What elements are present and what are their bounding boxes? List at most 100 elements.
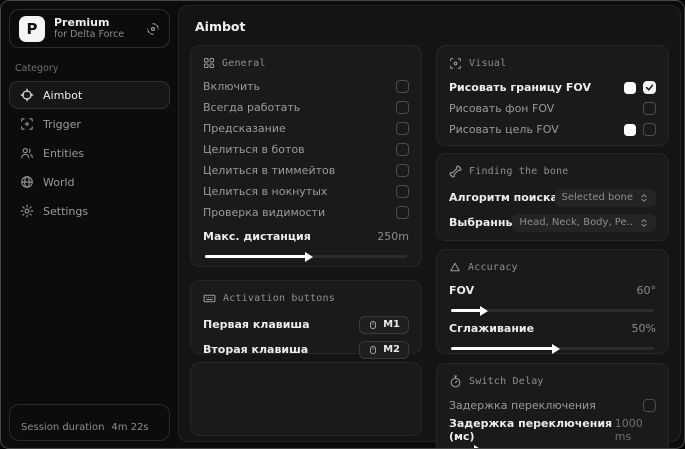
checkbox[interactable] — [643, 123, 656, 136]
setting-label: Включить — [203, 80, 261, 93]
panel-header-label: Switch Delay — [469, 376, 544, 387]
slider-track[interactable] — [205, 251, 407, 262]
setting-row: Целиться в ботов — [203, 139, 409, 160]
bone-icon — [449, 165, 462, 178]
sidebar-item-label: Aimbot — [43, 88, 83, 102]
setting-label: Рисовать границу FOV — [449, 81, 591, 94]
slider-fill[interactable] — [451, 343, 559, 354]
selected-bones-select[interactable]: Head, Neck, Body, Pe.. — [512, 213, 656, 232]
timer-icon — [449, 375, 462, 388]
setting-row: Рисовать цель FOV — [449, 119, 656, 140]
slider-fill[interactable] — [205, 251, 313, 262]
checkbox[interactable] — [396, 143, 409, 156]
brand-logo: P — [19, 15, 45, 42]
sidebar-item-world[interactable]: World — [9, 168, 170, 196]
setting-label: Всегда работать — [203, 101, 301, 114]
brand-subtitle: for Delta Force — [54, 29, 125, 41]
setting-label: Выбранные кос — [449, 216, 512, 229]
keybind-label: Первая клавиша — [203, 318, 310, 331]
color-swatch[interactable] — [624, 123, 636, 136]
panel-header-label: Activation buttons — [223, 293, 335, 304]
switch-delay-slider: Задержка переключения (мс) 1000 ms — [449, 416, 656, 448]
selected-bones-row: Выбранные кос Head, Neck, Body, Pe.. — [449, 210, 656, 235]
sidebar: P Premium for Delta Force Category Aimbo — [1, 1, 178, 448]
setting-row: Целиться в тиммейтов — [203, 160, 409, 181]
grid-icon — [203, 57, 215, 69]
slider-label: Макс. дистанция — [203, 230, 311, 243]
mouse-icon — [368, 345, 378, 355]
panel-header-label: Accuracy — [468, 261, 518, 273]
setting-label: Рисовать цель FOV — [449, 123, 559, 136]
sidebar-item-label: Settings — [43, 204, 89, 218]
checkbox[interactable] — [396, 185, 409, 198]
checkbox[interactable] — [396, 101, 409, 114]
visual-panel: Visual Рисовать границу FOV Рисовать фон… — [436, 45, 669, 146]
session-value: 4m 22s — [111, 422, 149, 433]
setting-label: Целиться в ботов — [203, 143, 305, 156]
smoothing-slider: Сглаживание 50% — [449, 318, 656, 354]
sidebar-item-aimbot[interactable]: Aimbot — [9, 81, 170, 109]
crosshair-icon — [20, 88, 34, 102]
setting-label: Задержка переключения — [449, 399, 596, 412]
setting-row: Всегда работать — [203, 97, 409, 118]
slider-track[interactable] — [451, 305, 654, 316]
bone-panel: Finding the bone Алгоритм поиска кост Se… — [436, 153, 669, 241]
setting-label: Алгоритм поиска кост — [449, 191, 555, 204]
keybind-row: Первая клавиша M1 — [203, 312, 409, 337]
panel-header-label: Finding the bone — [469, 166, 569, 177]
gear-icon — [20, 204, 34, 218]
sidebar-item-entities[interactable]: Entities — [9, 139, 170, 167]
checkbox[interactable] — [396, 122, 409, 135]
app-window: P Premium for Delta Force Category Aimbo — [0, 0, 685, 449]
general-panel: General Включить Всегда работать Предска… — [190, 45, 422, 267]
select-value: Head, Neck, Body, Pe.. — [519, 217, 633, 228]
panel-header-label: General — [222, 57, 266, 69]
activation-panel: Activation buttons Первая клавиша M1 Вто… — [190, 280, 422, 359]
sidebar-item-settings[interactable]: Settings — [9, 197, 170, 225]
eye-icon — [449, 57, 462, 70]
slider-label: Задержка переключения (мс) — [449, 416, 613, 443]
panel-header-label: Visual — [469, 58, 507, 69]
keyboard-icon — [203, 292, 216, 305]
slider-value: 250m — [377, 230, 409, 243]
setting-label: Проверка видимости — [203, 206, 326, 219]
slider-value: 50% — [631, 322, 656, 335]
globe-icon — [20, 175, 34, 189]
switch-delay-panel: Switch Delay Задержка переключения Задер… — [436, 363, 669, 448]
setting-row: Рисовать границу FOV — [449, 77, 656, 98]
bone-algorithm-row: Алгоритм поиска кост Selected bone — [449, 185, 656, 210]
fov-slider: FOV 60° — [449, 280, 656, 316]
checkbox[interactable] — [396, 164, 409, 177]
sidebar-item-trigger[interactable]: Trigger — [9, 110, 170, 138]
users-icon — [20, 146, 34, 160]
slider-track[interactable] — [451, 343, 654, 354]
keybind-button[interactable]: M1 — [359, 315, 409, 334]
checkbox[interactable] — [643, 102, 656, 115]
page-title: Aimbot — [195, 19, 246, 34]
setting-row: Задержка переключения — [449, 395, 656, 416]
setting-label: Рисовать фон FOV — [449, 102, 555, 115]
checkbox[interactable] — [396, 206, 409, 219]
brand-card: P Premium for Delta Force — [9, 9, 170, 48]
empty-panel — [190, 362, 422, 436]
setting-row: Целиться в нокнутых — [203, 181, 409, 202]
keybind-value: M1 — [383, 319, 400, 330]
max-distance-slider: Макс. дистанция 250m — [203, 226, 409, 262]
triangle-icon — [449, 261, 461, 273]
slider-fill[interactable] — [451, 305, 489, 316]
checkbox[interactable] — [643, 81, 656, 94]
session-card: Session duration 4m 22s — [9, 404, 170, 441]
color-swatch[interactable] — [624, 81, 636, 94]
sidebar-item-label: Trigger — [43, 117, 81, 131]
checkbox[interactable] — [396, 80, 409, 93]
sidebar-item-label: Entities — [43, 146, 85, 160]
bone-algorithm-select[interactable]: Selected bone — [554, 188, 656, 207]
slider-value: 1000 ms — [614, 416, 643, 443]
mouse-icon — [368, 320, 378, 330]
chevrons-up-down-icon — [639, 218, 649, 228]
checkbox[interactable] — [643, 399, 656, 412]
setting-row: Предсказание — [203, 118, 409, 139]
main-content: Aimbot General Включить Всегда работать … — [178, 5, 681, 448]
select-value: Selected bone — [561, 192, 633, 203]
sync-icon[interactable] — [146, 22, 160, 36]
